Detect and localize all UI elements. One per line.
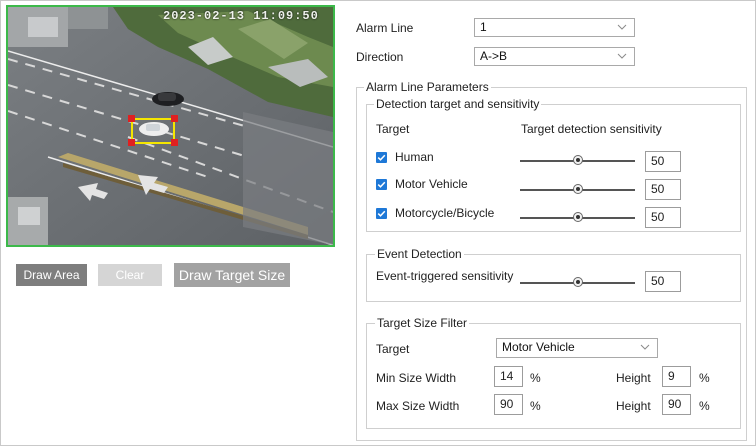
- preview-timestamp: 2023-02-13 11:09:50: [163, 9, 319, 23]
- direction-label: Direction: [356, 50, 404, 64]
- event-sensitivity-slider[interactable]: [520, 277, 635, 289]
- slider-thumb[interactable]: [572, 277, 583, 287]
- min-size-width-label: Min Size Width: [376, 371, 457, 385]
- alarm-line-parameters-legend: Alarm Line Parameters: [364, 80, 491, 94]
- event-sensitivity-input[interactable]: 50: [645, 271, 681, 292]
- alarm-line-value: 1: [480, 20, 487, 34]
- max-height-input[interactable]: 90: [662, 394, 691, 415]
- motor-vehicle-sensitivity-input[interactable]: 50: [645, 179, 681, 200]
- direction-select[interactable]: A->B: [474, 47, 635, 66]
- event-sensitivity-label: Event-triggered sensitivity: [376, 269, 514, 283]
- direction-value: A->B: [480, 49, 508, 63]
- detection-legend: Detection target and sensitivity: [374, 97, 542, 111]
- max-width-unit: %: [530, 399, 541, 413]
- chevron-down-icon: [617, 53, 627, 59]
- human-label: Human: [395, 150, 434, 164]
- motor-vehicle-checkbox[interactable]: [376, 179, 387, 190]
- target-box-handle[interactable]: [171, 115, 178, 122]
- human-sensitivity-slider[interactable]: [520, 155, 635, 167]
- motor-vehicle-label: Motor Vehicle: [395, 177, 468, 191]
- slider-thumb[interactable]: [572, 184, 583, 194]
- max-height-unit: %: [699, 399, 710, 413]
- motor-vehicle-sensitivity-slider[interactable]: [520, 184, 635, 196]
- min-size-width-input[interactable]: 14: [494, 366, 523, 387]
- chevron-down-icon: [617, 24, 627, 30]
- size-filter-target-label: Target: [376, 342, 410, 356]
- max-size-width-input[interactable]: 90: [494, 394, 523, 415]
- target-box-handle[interactable]: [128, 139, 135, 146]
- check-icon: [377, 181, 386, 188]
- check-icon: [377, 154, 386, 161]
- draw-area-button[interactable]: Draw Area: [16, 264, 87, 286]
- draw-target-size-button[interactable]: Draw Target Size: [174, 263, 290, 287]
- motorcycle-bicycle-checkbox[interactable]: [376, 208, 387, 219]
- event-detection-legend: Event Detection: [375, 247, 464, 261]
- camera-scene: [8, 7, 333, 245]
- slider-thumb[interactable]: [572, 155, 583, 165]
- size-filter-target-value: Motor Vehicle: [502, 340, 575, 354]
- min-height-label: Height: [616, 371, 651, 385]
- target-box-handle[interactable]: [128, 115, 135, 122]
- motorcycle-bicycle-sensitivity-input[interactable]: 50: [645, 207, 681, 228]
- target-column-header: Target: [376, 122, 410, 136]
- max-size-width-label: Max Size Width: [376, 399, 460, 413]
- alarm-line-select[interactable]: 1: [474, 18, 635, 37]
- motorcycle-bicycle-sensitivity-slider[interactable]: [520, 212, 635, 224]
- camera-preview[interactable]: 2023-02-13 11:09:50: [6, 5, 335, 247]
- slider-thumb[interactable]: [572, 212, 583, 222]
- human-checkbox[interactable]: [376, 152, 387, 163]
- sensitivity-column-header: Target detection sensitivity: [521, 122, 662, 136]
- size-filter-target-select[interactable]: Motor Vehicle: [496, 338, 658, 358]
- target-size-filter-legend: Target Size Filter: [375, 316, 470, 330]
- check-icon: [377, 210, 386, 217]
- motorcycle-bicycle-label: Motorcycle/Bicycle: [395, 206, 495, 220]
- min-height-input[interactable]: 9: [662, 366, 691, 387]
- max-height-label: Height: [616, 399, 651, 413]
- human-sensitivity-input[interactable]: 50: [645, 151, 681, 172]
- target-box-handle[interactable]: [171, 139, 178, 146]
- alarm-line-label: Alarm Line: [356, 21, 414, 35]
- clear-button[interactable]: Clear: [98, 264, 162, 286]
- min-height-unit: %: [699, 371, 710, 385]
- min-width-unit: %: [530, 371, 541, 385]
- chevron-down-icon: [640, 344, 650, 350]
